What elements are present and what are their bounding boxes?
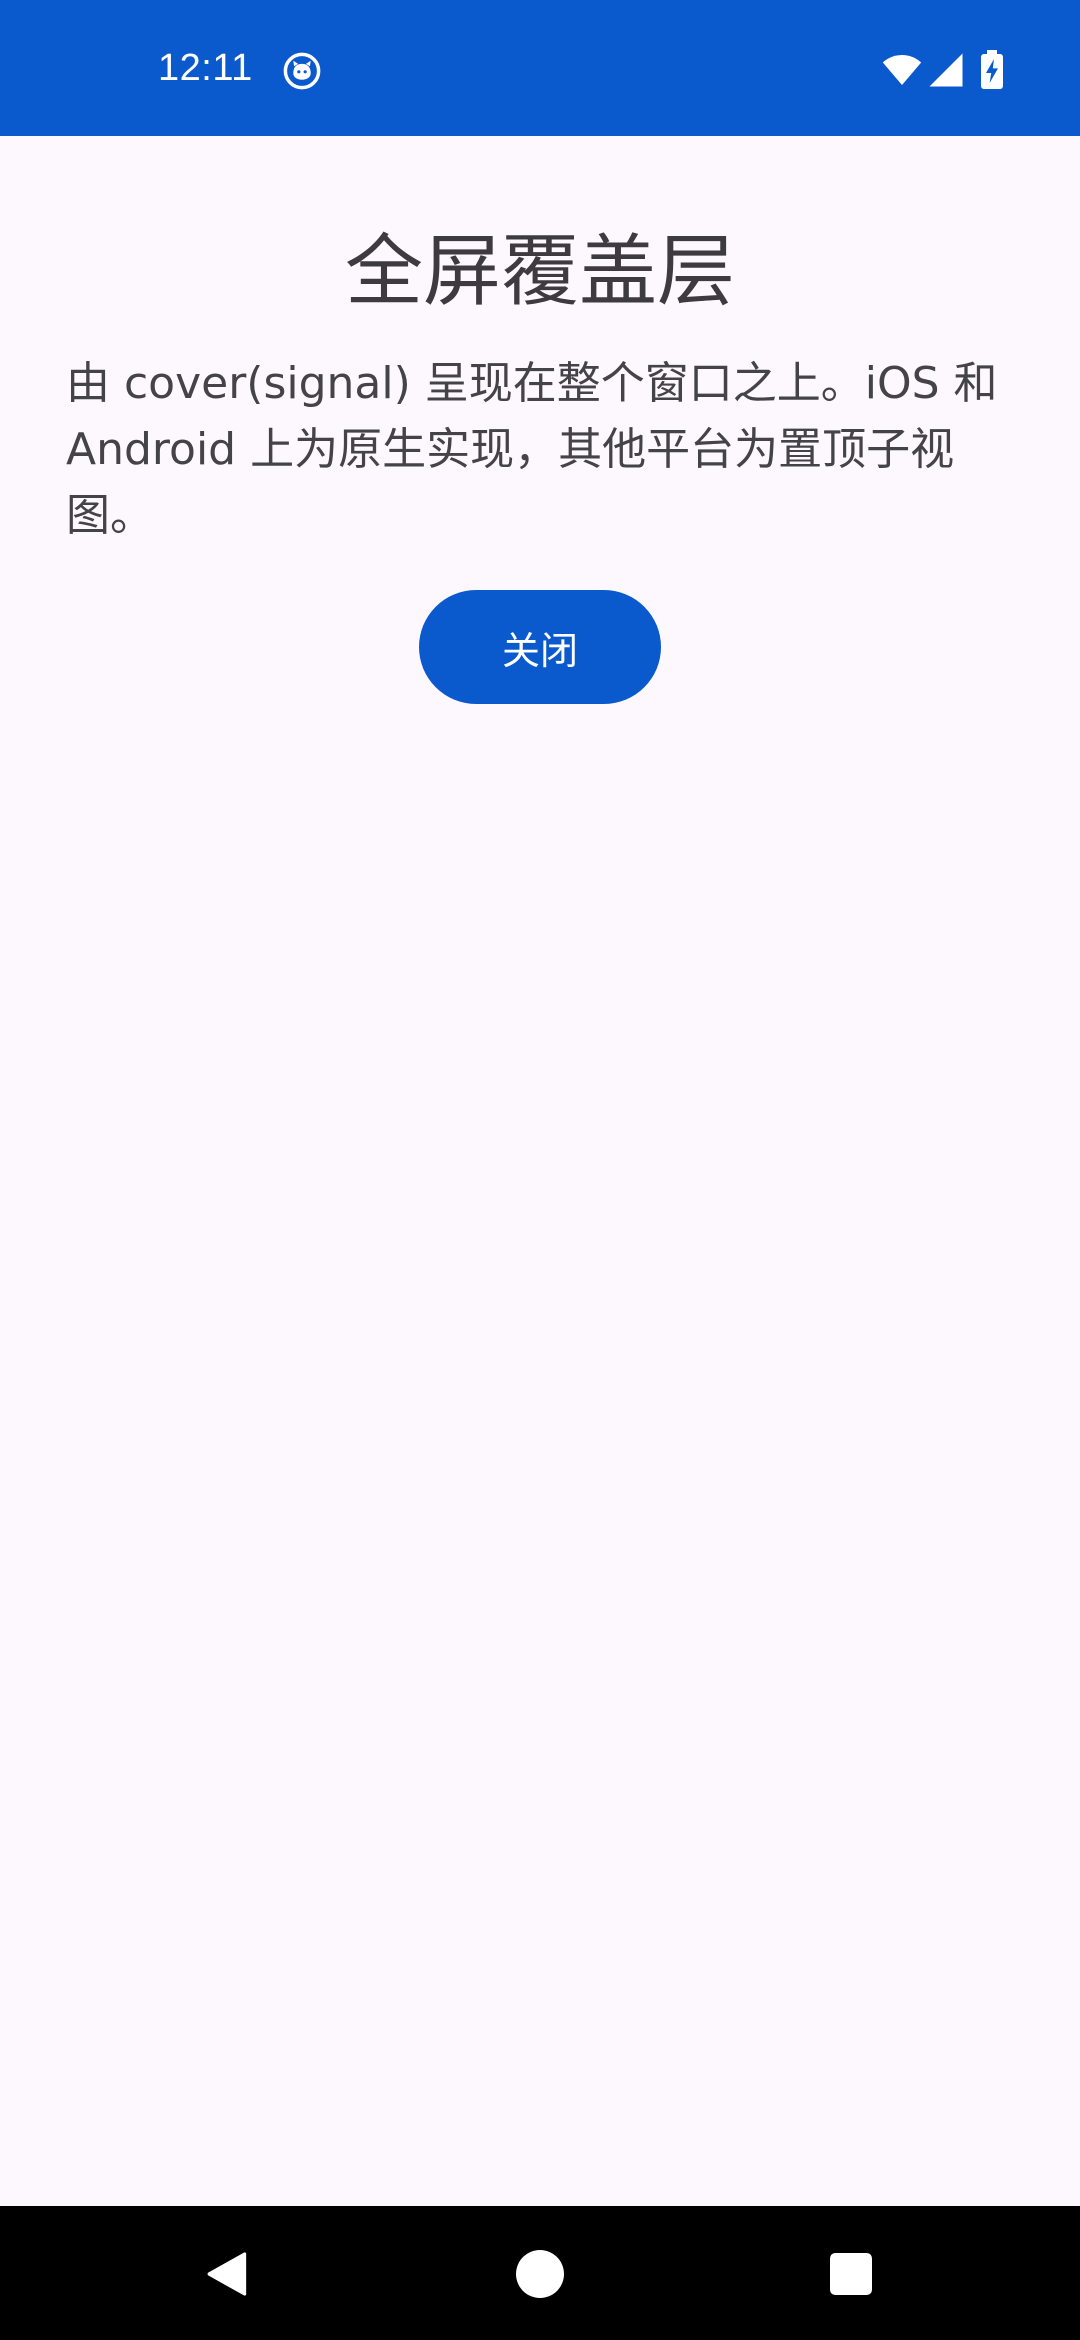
overlay-description: 由 cover(signal) 呈现在整个窗口之上。iOS 和 Android … xyxy=(66,358,998,541)
recents-icon[interactable] xyxy=(830,2253,872,2295)
page-title: 全屏覆盖层 xyxy=(344,227,735,317)
status-time: 12:11 xyxy=(158,47,253,89)
close-button[interactable]: 关闭 xyxy=(419,590,661,704)
fullscreen-cover: 全屏覆盖层 由 cover(signal) 呈现在整个窗口之上。iOS 和 An… xyxy=(0,136,1080,2206)
home-icon[interactable] xyxy=(516,2250,564,2298)
signal-icon xyxy=(929,53,963,87)
back-icon[interactable] xyxy=(204,2250,250,2298)
navigation-bar xyxy=(0,2206,1080,2340)
battery-charging-icon xyxy=(981,50,1003,89)
status-bar: 12:11 xyxy=(0,0,1080,136)
notification-app-icon xyxy=(283,52,321,90)
wifi-icon xyxy=(882,55,922,85)
